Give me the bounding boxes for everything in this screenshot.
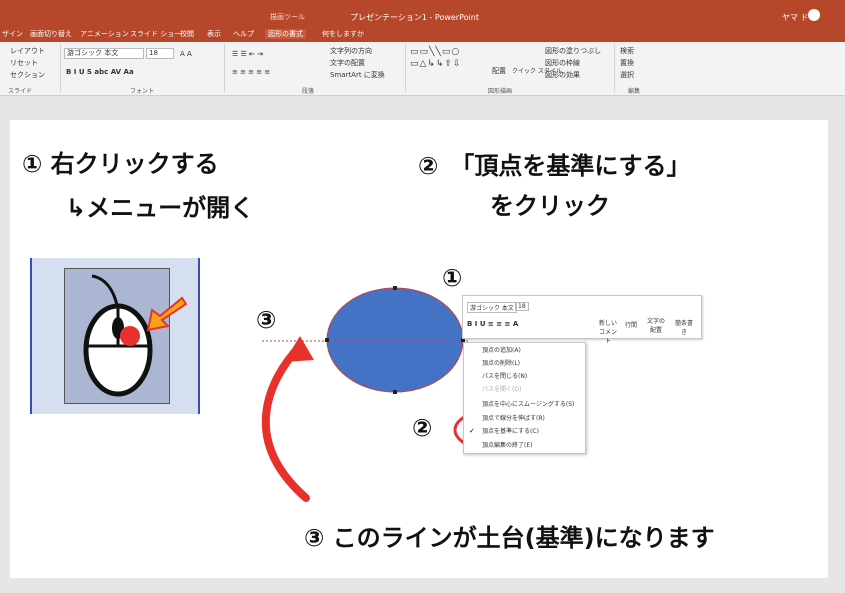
font-size-select[interactable]: 18 <box>146 48 174 59</box>
shape-effects-button[interactable]: 図形の効果 <box>545 70 580 80</box>
shapes-gallery[interactable]: ▭▭╲╲▭○ <box>410 47 460 57</box>
mini-toolbar: 游ゴシック 本文 18 B I U ≡ ≡ ≡ A 新しい コメント 行間 文字… <box>462 295 702 345</box>
text-direction-button[interactable]: 文字列の方向 <box>330 46 372 56</box>
section-button[interactable]: セクション <box>10 70 45 80</box>
ribbon: レイアウト リセット セクション スライド 游ゴシック 本文 18 B I U … <box>0 42 845 96</box>
mouse-icon <box>83 274 188 397</box>
context-menu: 頂点の追加(A) 頂点の削除(L) パスを閉じる(N) パスを開く(O) 頂点を… <box>463 342 586 454</box>
tab-view[interactable]: 表示 <box>207 29 221 39</box>
menu-item-corner-point[interactable]: 頂点を基準にする(C) <box>464 426 585 438</box>
tool-context-label: 描画ツール <box>270 13 305 21</box>
step1-subtext: ↳メニューが開く <box>66 194 255 222</box>
title-bar: 描画ツール プレゼンテーション1 - PowerPoint ヤマ ドコ <box>0 0 845 30</box>
menu-item-straight-point[interactable]: 頂点で線分を伸ばす(R) <box>464 413 585 425</box>
arrange-button[interactable]: 配置 <box>492 66 506 76</box>
paragraph-group-label: 段落 <box>302 88 315 95</box>
tab-review[interactable]: 校閲 <box>180 29 194 39</box>
tab-tell-me[interactable]: 何をしますか <box>322 29 364 39</box>
editing-group-label: 編集 <box>628 88 641 95</box>
ribbon-tabs: ザイン 画面切り替え アニメーション スライド ショー 校閲 表示 ヘルプ 図形… <box>0 28 845 42</box>
list-icons[interactable]: ☰ ☰ ⇤ ⇥ <box>232 50 263 58</box>
tab-help[interactable]: ヘルプ <box>233 29 254 39</box>
menu-item-close-path[interactable]: パスを閉じる(N) <box>464 371 585 383</box>
marker-1: ① <box>442 264 463 292</box>
document-title: プレゼンテーション1 - PowerPoint <box>350 13 479 22</box>
replace-button[interactable]: 置換 <box>620 58 634 68</box>
reset-button[interactable]: リセット <box>10 58 38 68</box>
font-size-icons[interactable]: A A <box>180 50 192 58</box>
menu-item-exit-edit-points[interactable]: 頂点編集の終了(E) <box>464 440 585 452</box>
smartart-button[interactable]: SmartArt に変換 <box>330 70 385 80</box>
mini-line-spacing[interactable]: 行間 <box>625 320 637 329</box>
mini-bullets[interactable]: 箇条書き <box>673 318 695 336</box>
drawing-group-label: 図形描画 <box>488 88 513 95</box>
menu-item-open-path: パスを開く(O) <box>482 386 522 393</box>
menu-item-delete-point[interactable]: 頂点の削除(L) <box>464 358 585 370</box>
tab-slideshow[interactable]: スライド ショー <box>130 29 181 39</box>
mini-font-size[interactable]: 18 <box>515 302 529 311</box>
font-name-select[interactable]: 游ゴシック 本文 <box>64 48 144 59</box>
step3-text: ③ このラインが土台(基準)になります <box>304 524 715 552</box>
step1-text: ① 右クリックする <box>22 150 219 178</box>
mini-text-align[interactable]: 文字の 配置 <box>645 316 667 334</box>
font-group-label: フォント <box>130 88 155 95</box>
tab-design[interactable]: ザイン <box>2 29 23 39</box>
user-avatar-icon[interactable] <box>808 9 820 21</box>
step2-subtext: をクリック <box>490 192 610 220</box>
shapes-gallery-row2[interactable]: ▭△↳↳⇧⇩ <box>410 59 462 69</box>
mini-font-name[interactable]: 游ゴシック 本文 <box>467 302 517 313</box>
font-format-icons[interactable]: B I U S abc AV Aa <box>66 68 134 76</box>
find-button[interactable]: 検索 <box>620 46 634 56</box>
shape-outline-button[interactable]: 図形の枠線 <box>545 58 580 68</box>
menu-item-smooth-point[interactable]: 頂点を中心にスムージングする(S) <box>464 399 585 411</box>
layout-button[interactable]: レイアウト <box>10 46 45 56</box>
align-icons[interactable]: ≡ ≡ ≡ ≡ ≡ <box>232 68 270 76</box>
text-align-button[interactable]: 文字の配置 <box>330 58 365 68</box>
marker-3-left: ③ <box>256 306 277 334</box>
mini-new-comment[interactable]: 新しい コメント <box>597 318 619 345</box>
select-button[interactable]: 選択 <box>620 70 634 80</box>
tab-transitions[interactable]: 画面切り替え <box>30 29 72 39</box>
step2-text: ② 「頂点を基準にする」 <box>418 152 691 180</box>
mouse-illustration <box>30 258 200 414</box>
mini-format-icons[interactable]: B I U ≡ ≡ ≡ A <box>467 320 518 328</box>
tab-shape-format[interactable]: 図形の書式 <box>265 29 306 39</box>
tab-animations[interactable]: アニメーション <box>80 29 129 39</box>
menu-item-add-point[interactable]: 頂点の追加(A) <box>464 345 585 357</box>
slides-group-label: スライド <box>8 88 33 95</box>
shape-fill-button[interactable]: 図形の塗りつぶし <box>545 46 601 56</box>
marker-2: ② <box>412 414 433 442</box>
